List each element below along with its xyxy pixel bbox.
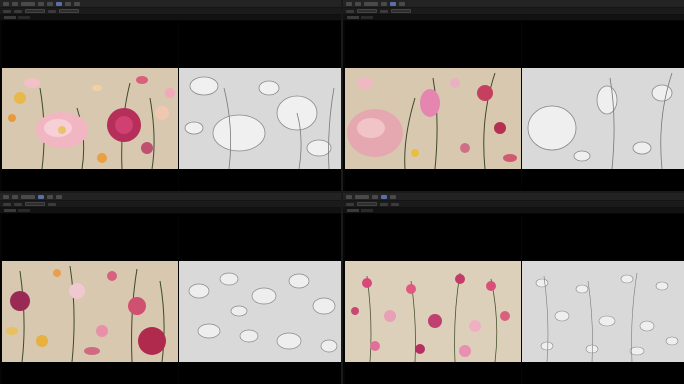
render-color-image <box>2 261 178 362</box>
menu-item[interactable] <box>3 194 9 199</box>
toolbar-field[interactable] <box>357 9 377 13</box>
render-clay-image <box>522 261 684 362</box>
viewport-clay[interactable] <box>179 21 341 191</box>
tool-button[interactable] <box>346 202 354 206</box>
viewport-clay[interactable] <box>179 214 341 384</box>
viewport-tabs <box>343 208 684 213</box>
menu-item[interactable] <box>21 1 35 6</box>
viewport-tab[interactable] <box>18 209 30 212</box>
tool-button[interactable] <box>391 202 399 206</box>
viewport-tab[interactable] <box>18 16 30 19</box>
render-clay-image <box>522 68 684 169</box>
menu-item[interactable] <box>74 1 80 6</box>
menu-item[interactable] <box>47 194 53 199</box>
app-window-top-left <box>0 0 341 191</box>
menu-bar <box>0 0 341 8</box>
viewport-color[interactable] <box>2 214 178 384</box>
toolbar-field[interactable] <box>25 9 45 13</box>
flower-render-clay <box>184 76 335 169</box>
toolbar-field[interactable] <box>25 202 45 206</box>
toolbar <box>0 201 341 208</box>
app-window-bottom-left <box>0 193 341 384</box>
viewport-tab[interactable] <box>4 16 16 19</box>
tool-button[interactable] <box>3 9 11 13</box>
menu-item[interactable] <box>38 1 44 6</box>
menu-item[interactable] <box>364 1 378 6</box>
tool-button[interactable] <box>3 202 11 206</box>
viewport-tabs <box>0 208 341 213</box>
tool-button[interactable] <box>346 9 354 13</box>
menu-item-active[interactable] <box>390 1 396 6</box>
menu-item[interactable] <box>65 1 71 6</box>
menu-item[interactable] <box>21 194 35 199</box>
viewport-color[interactable] <box>345 214 521 384</box>
app-window-bottom-right <box>343 193 684 384</box>
menu-item[interactable] <box>346 1 352 6</box>
viewport-tab[interactable] <box>361 16 373 19</box>
viewport-tab[interactable] <box>4 209 16 212</box>
tool-button[interactable] <box>14 9 22 13</box>
toolbar-field[interactable] <box>59 9 79 13</box>
menu-item-active[interactable] <box>38 194 44 199</box>
viewport-color[interactable] <box>2 21 178 191</box>
menu-item[interactable] <box>56 194 62 199</box>
menu-bar <box>343 193 684 201</box>
flower-render-color <box>8 76 175 169</box>
flower-render-clay <box>535 272 679 362</box>
viewport-clay[interactable] <box>522 214 684 384</box>
render-color-image <box>2 68 178 169</box>
viewport-tabs <box>343 15 684 20</box>
render-color-image <box>345 261 521 362</box>
toolbar <box>343 8 684 15</box>
menu-item[interactable] <box>390 194 396 199</box>
render-clay-image <box>179 68 341 169</box>
flower-render-clay <box>188 272 338 353</box>
menu-item-active[interactable] <box>56 1 62 6</box>
toolbar-field[interactable] <box>357 202 377 206</box>
menu-item[interactable] <box>355 194 369 199</box>
menu-item[interactable] <box>12 194 18 199</box>
menu-item[interactable] <box>47 1 53 6</box>
menu-item[interactable] <box>3 1 9 6</box>
toolbar <box>0 8 341 15</box>
menu-item-active[interactable] <box>381 194 387 199</box>
viewport-tab[interactable] <box>347 16 359 19</box>
app-window-top-right <box>343 0 684 191</box>
screen-grid <box>0 0 684 384</box>
viewport-tabs <box>0 15 341 20</box>
tool-button[interactable] <box>48 202 56 206</box>
menu-bar <box>0 193 341 201</box>
tool-button[interactable] <box>380 202 388 206</box>
flower-render-color <box>6 265 166 362</box>
render-clay-image <box>179 261 341 362</box>
menu-item[interactable] <box>399 1 405 6</box>
menu-item[interactable] <box>381 1 387 6</box>
tool-button[interactable] <box>14 202 22 206</box>
tool-button[interactable] <box>380 9 388 13</box>
viewport-clay[interactable] <box>522 21 684 191</box>
grid-divider-horizontal <box>0 191 684 193</box>
menu-item[interactable] <box>372 194 378 199</box>
viewport-color[interactable] <box>345 21 521 191</box>
menu-bar <box>343 0 684 8</box>
menu-item[interactable] <box>355 1 361 6</box>
menu-item[interactable] <box>346 194 352 199</box>
viewport-tab[interactable] <box>347 209 359 212</box>
menu-item[interactable] <box>12 1 18 6</box>
viewport-tab[interactable] <box>361 209 373 212</box>
toolbar <box>343 201 684 208</box>
flower-render-clay <box>527 72 673 169</box>
render-color-image <box>345 68 521 169</box>
flower-render-color <box>347 72 517 169</box>
flower-render-color <box>351 272 510 362</box>
toolbar-field[interactable] <box>391 9 411 13</box>
tool-button[interactable] <box>48 9 56 13</box>
